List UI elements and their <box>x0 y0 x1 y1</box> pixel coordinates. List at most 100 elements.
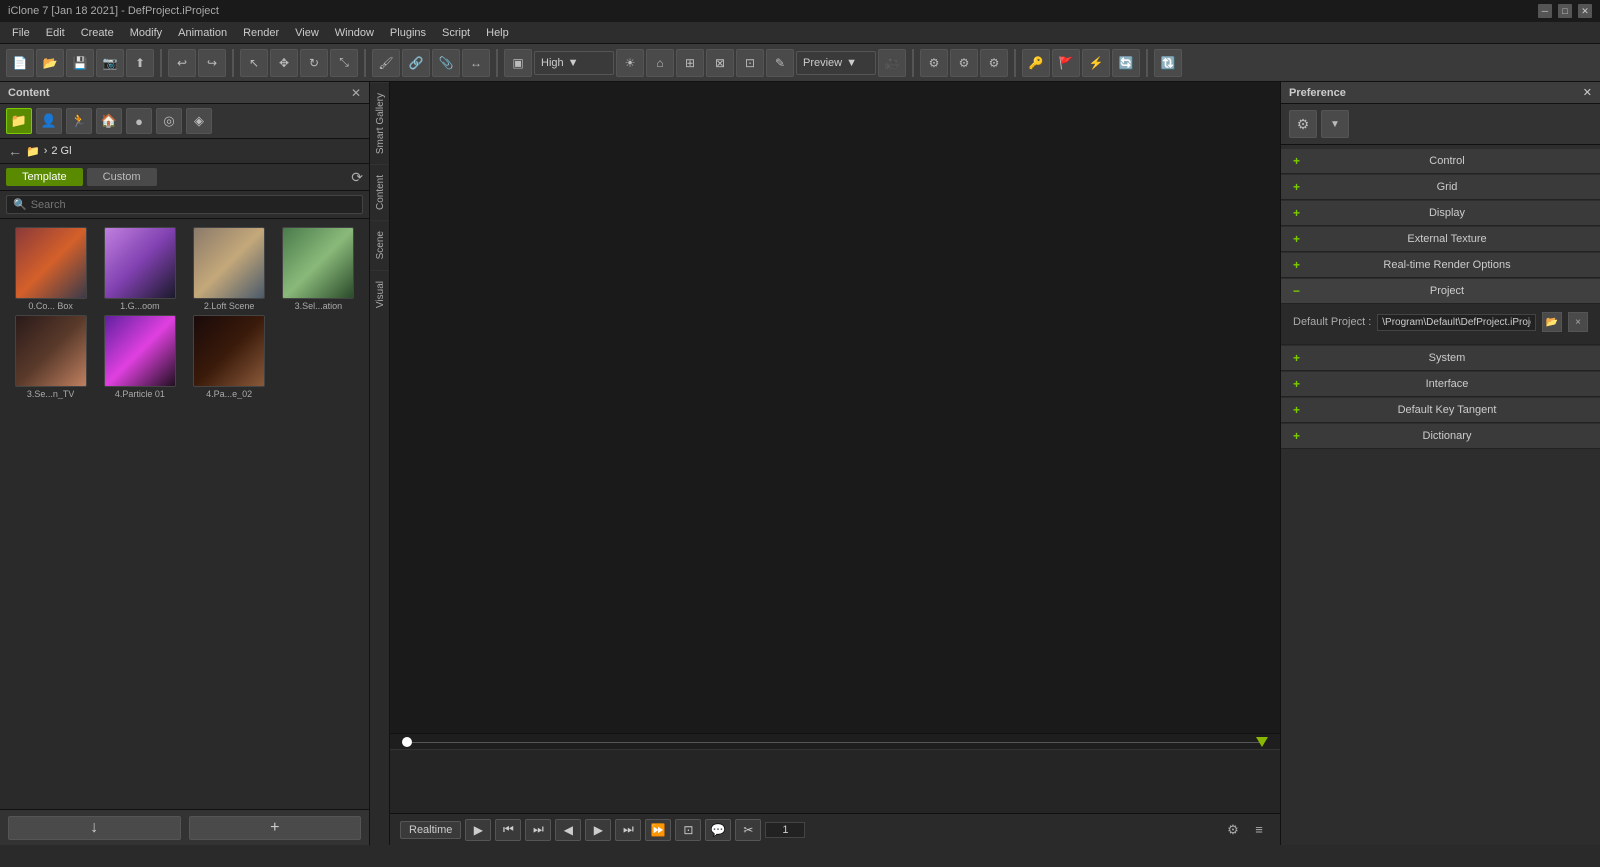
list-item[interactable]: 0.Co... Box <box>8 227 93 311</box>
snap-button[interactable]: ⊡ <box>736 49 764 77</box>
undo-button[interactable]: ↩ <box>168 49 196 77</box>
list-item[interactable]: 3.Se...n_TV <box>8 315 93 399</box>
skip-forward-button[interactable]: ⏭ <box>615 819 641 841</box>
content-icon-shader[interactable]: ◈ <box>186 108 212 134</box>
next-frame-button[interactable]: ▶ <box>585 819 611 841</box>
play-button[interactable]: ▶ <box>465 819 491 841</box>
loop-button[interactable]: ⊡ <box>675 819 701 841</box>
list-item[interactable]: 1.G...oom <box>97 227 182 311</box>
default-project-input[interactable] <box>1377 314 1536 331</box>
pref-section-external-texture-header[interactable]: + External Texture <box>1281 227 1600 252</box>
tool3-button[interactable]: ⚙ <box>980 49 1008 77</box>
list-item[interactable]: 4.Pa...e_02 <box>187 315 272 399</box>
pref-section-realtime-render-header[interactable]: + Real-time Render Options <box>1281 253 1600 278</box>
tab-custom[interactable]: Custom <box>87 168 157 186</box>
realtime-button[interactable]: Realtime <box>400 821 461 839</box>
side-tab-scene[interactable]: Scene <box>370 220 389 269</box>
menu-render[interactable]: Render <box>235 25 287 41</box>
tool1-button[interactable]: ⚙ <box>920 49 948 77</box>
capture-button[interactable]: 📷 <box>96 49 124 77</box>
content-icon-particle[interactable]: ● <box>126 108 152 134</box>
content-icon-motion[interactable]: 🏃 <box>66 108 92 134</box>
menu-window[interactable]: Window <box>327 25 382 41</box>
attach-button[interactable]: 📎 <box>432 49 460 77</box>
menu-edit[interactable]: Edit <box>38 25 73 41</box>
list-item[interactable]: 4.Particle 01 <box>97 315 182 399</box>
tool4-button[interactable]: 🔑 <box>1022 49 1050 77</box>
preference-gear-button[interactable]: ⚙ <box>1289 110 1317 138</box>
menu-animation[interactable]: Animation <box>170 25 235 41</box>
move-button[interactable]: ✥ <box>270 49 298 77</box>
menu-plugins[interactable]: Plugins <box>382 25 434 41</box>
pref-section-project-header[interactable]: − Project <box>1281 279 1600 304</box>
paint-button[interactable]: 🖌 <box>372 49 400 77</box>
menu-file[interactable]: File <box>4 25 38 41</box>
pref-section-interface-header[interactable]: + Interface <box>1281 372 1600 397</box>
download-button[interactable]: ↓ <box>8 816 181 840</box>
content-panel-close[interactable]: ✕ <box>351 86 361 100</box>
link-button[interactable]: 🔗 <box>402 49 430 77</box>
tool5-button[interactable]: 🚩 <box>1052 49 1080 77</box>
preview-dropdown[interactable]: Preview ▼ <box>796 51 876 75</box>
playback-settings-button[interactable]: ⚙ <box>1222 819 1244 841</box>
camera-button[interactable]: 🎥 <box>878 49 906 77</box>
menu-help[interactable]: Help <box>478 25 517 41</box>
content-icon-prop[interactable]: 🏠 <box>96 108 122 134</box>
tab-refresh-button[interactable]: ⟳ <box>351 169 363 186</box>
open-button[interactable]: 📂 <box>36 49 64 77</box>
breadcrumb-back-button[interactable]: ← <box>8 143 22 159</box>
cut-button[interactable]: ✂ <box>735 819 761 841</box>
export-button[interactable]: ⬆ <box>126 49 154 77</box>
select-button[interactable]: ↖ <box>240 49 268 77</box>
align-button[interactable]: ⊠ <box>706 49 734 77</box>
rewind-button[interactable]: ⏮ <box>495 819 521 841</box>
tool7-button[interactable]: 🔄 <box>1112 49 1140 77</box>
tab-template[interactable]: Template <box>6 168 83 186</box>
add-button[interactable]: + <box>189 816 362 840</box>
home-button[interactable]: ⌂ <box>646 49 674 77</box>
search-input[interactable] <box>31 199 356 211</box>
viewport[interactable] <box>390 82 1280 733</box>
maximize-button[interactable]: □ <box>1558 4 1572 18</box>
tool8-button[interactable]: 🔃 <box>1154 49 1182 77</box>
pref-section-dictionary-header[interactable]: + Dictionary <box>1281 424 1600 449</box>
quality-dropdown[interactable]: High ▼ <box>534 51 614 75</box>
timeline-playhead[interactable] <box>402 737 412 747</box>
tool2-button[interactable]: ⚙ <box>950 49 978 77</box>
rotate-button[interactable]: ↻ <box>300 49 328 77</box>
minimize-button[interactable]: ─ <box>1538 4 1552 18</box>
tool6-button[interactable]: ⚡ <box>1082 49 1110 77</box>
new-button[interactable]: 📄 <box>6 49 34 77</box>
content-icon-avatar[interactable]: 👤 <box>36 108 62 134</box>
preference-settings-button[interactable]: ▼ <box>1321 110 1349 138</box>
grid-button[interactable]: ⊞ <box>676 49 704 77</box>
fast-forward-button[interactable]: ⏩ <box>645 819 671 841</box>
pref-section-display-header[interactable]: + Display <box>1281 201 1600 226</box>
menu-script[interactable]: Script <box>434 25 478 41</box>
move2-button[interactable]: ↔ <box>462 49 490 77</box>
preference-panel-close[interactable]: ✕ <box>1583 86 1592 99</box>
pref-section-grid-header[interactable]: + Grid <box>1281 175 1600 200</box>
content-icon-material[interactable]: ◎ <box>156 108 182 134</box>
pref-section-system-header[interactable]: + System <box>1281 346 1600 371</box>
content-icon-folder[interactable]: 📁 <box>6 108 32 134</box>
side-tab-smart-gallery[interactable]: Smart Gallery <box>370 82 389 164</box>
close-button[interactable]: ✕ <box>1578 4 1592 18</box>
menu-modify[interactable]: Modify <box>122 25 170 41</box>
viewport-mode-button[interactable]: ▣ <box>504 49 532 77</box>
menu-create[interactable]: Create <box>73 25 122 41</box>
timeline[interactable] <box>390 733 1280 813</box>
modify-button[interactable]: ✎ <box>766 49 794 77</box>
screen-button[interactable]: 💬 <box>705 819 731 841</box>
previous-frame-button[interactable]: ◀ <box>555 819 581 841</box>
save-button[interactable]: 💾 <box>66 49 94 77</box>
list-item[interactable]: 3.Sel...ation <box>276 227 361 311</box>
side-tab-content[interactable]: Content <box>370 164 389 220</box>
redo-button[interactable]: ↪ <box>198 49 226 77</box>
playback-list-button[interactable]: ≡ <box>1248 819 1270 841</box>
clear-project-button[interactable]: × <box>1568 312 1588 332</box>
menu-view[interactable]: View <box>287 25 327 41</box>
pref-section-default-key-tangent-header[interactable]: + Default Key Tangent <box>1281 398 1600 423</box>
frame-number-input[interactable] <box>765 822 805 838</box>
scale-button[interactable]: ⤡ <box>330 49 358 77</box>
